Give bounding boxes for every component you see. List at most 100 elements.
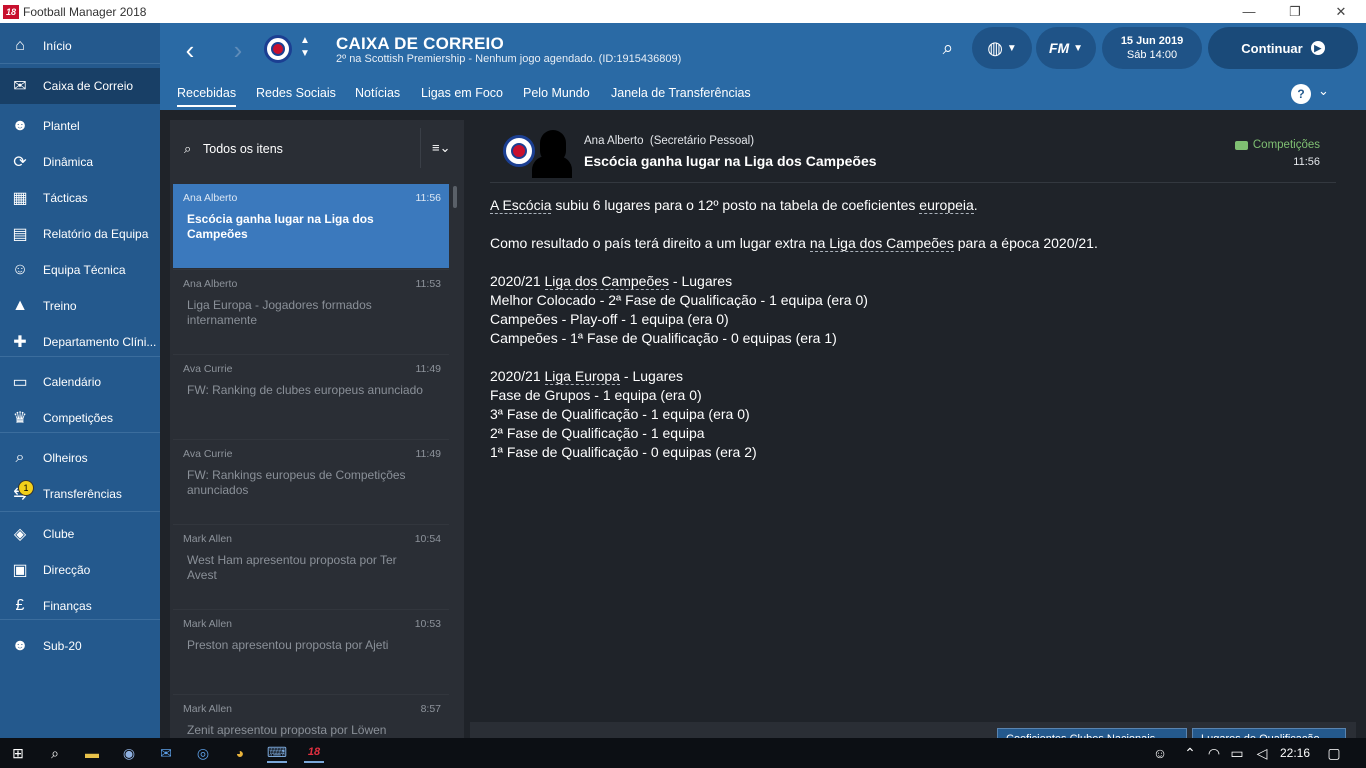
back-arrow-icon[interactable]: ‹ <box>178 35 202 65</box>
notifications-icon[interactable]: ▢ <box>1324 743 1344 763</box>
chevron-up-icon[interactable]: ⌃ <box>1180 743 1200 763</box>
message-list-item[interactable]: Mark Allen 10:53 Preston apresentou propos… <box>173 609 449 693</box>
chevron-down-icon: ▼ <box>1006 42 1017 54</box>
continue-arrow-icon: ▶ <box>1310 41 1325 55</box>
link-europa-league[interactable]: Liga Europa <box>544 368 621 385</box>
taskbar-clock[interactable]: 22:16 <box>1280 746 1310 760</box>
volume-icon[interactable]: ◁ <box>1252 743 1272 763</box>
windows-start-icon[interactable]: ⊞ <box>8 743 28 763</box>
chrome-icon[interactable]: ◕ <box>230 743 250 763</box>
search-icon[interactable]: ⌕ <box>45 743 65 763</box>
date-display[interactable]: 15 Jun 2019 Sáb 14:00 <box>1102 27 1202 69</box>
message-category-tag[interactable]: Competições <box>1234 139 1320 151</box>
window-title: Football Manager 2018 <box>23 4 147 19</box>
sidebar-item-1[interactable]: ⌂ Início <box>0 28 160 64</box>
wifi-icon[interactable]: ◠ <box>1204 743 1224 763</box>
sidebar-item-13[interactable]: ⇆ 1 Transferências <box>0 476 160 512</box>
current-date: 15 Jun 2019 <box>1120 35 1184 47</box>
link-champions-league[interactable]: na Liga dos Campeões <box>809 235 954 252</box>
message-list-item[interactable]: Mark Allen 10:54 West Ham apresentou propo… <box>173 524 449 608</box>
dynamics-icon: ⟳ <box>13 154 27 171</box>
fm-taskbar-icon[interactable]: 18 <box>304 743 324 763</box>
close-button[interactable]: ✕ <box>1318 0 1364 23</box>
sidebar-item-17[interactable]: ☻ Sub-20 <box>0 628 160 664</box>
sidebar-item-15[interactable]: ▣ Direcção <box>0 552 160 588</box>
chevron-down-icon[interactable]: ⌄ <box>1318 83 1329 99</box>
tab-4[interactable]: Ligas em Foco <box>421 86 503 105</box>
body-line: Campeões - 1ª Fase de Qualificação - 0 e… <box>490 330 837 346</box>
tab-3[interactable]: Notícias <box>355 86 400 105</box>
link-european[interactable]: europeia <box>919 197 974 214</box>
message-sender: Mark Allen <box>183 533 233 545</box>
message-list-item[interactable]: Ana Alberto 11:56 Escócia ganha lugar na L… <box>173 184 449 268</box>
message-subject: Liga Europa - Jogadores formados interna… <box>187 298 372 327</box>
sidebar-item-8[interactable]: ▲ Treino <box>0 288 160 324</box>
scrollbar-thumb[interactable] <box>453 186 457 208</box>
world-menu-button[interactable]: ◍ ▼ <box>972 27 1032 69</box>
help-icon[interactable]: ? <box>1291 84 1311 104</box>
divider <box>0 432 160 433</box>
sidebar-item-11[interactable]: ♛ Competições <box>0 400 160 436</box>
link-scotland[interactable]: A Escócia <box>490 197 552 214</box>
list-options-icon[interactable]: ≡⌄ <box>432 140 450 156</box>
app-icon[interactable]: ◉ <box>119 743 139 763</box>
sidebar-item-4[interactable]: ⟳ Dinâmica <box>0 144 160 180</box>
filter-dropdown-label[interactable]: Todos os itens <box>203 142 283 156</box>
sidebar-item-label: Treino <box>43 299 77 313</box>
tab-2[interactable]: Redes Sociais <box>256 86 336 105</box>
restore-button[interactable]: ❐ <box>1272 0 1318 23</box>
message-sender: Mark Allen <box>183 618 233 630</box>
tab-1[interactable]: Recebidas <box>177 86 237 107</box>
mail-icon[interactable]: ✉ <box>156 743 176 763</box>
folder-icon[interactable]: ▬ <box>82 743 102 763</box>
sidebar-item-7[interactable]: ☺ Equipa Técnica <box>0 252 160 288</box>
search-icon[interactable]: ⌕ <box>936 37 960 61</box>
tab-5[interactable]: Pelo Mundo <box>523 86 590 105</box>
app-icon[interactable]: ◎ <box>193 743 213 763</box>
sender-avatar[interactable] <box>532 130 572 178</box>
forward-arrow-icon[interactable]: › <box>226 35 250 65</box>
message-subject: FW: Ranking de clubes europeus anunciado <box>187 383 423 397</box>
club-icon: ◈ <box>13 526 27 543</box>
sidebar-item-10[interactable]: ▭ Calendário <box>0 364 160 400</box>
notification-badge: 1 <box>18 480 34 496</box>
message-sender[interactable]: Ana Alberto (Secretário Pessoal) <box>584 135 754 147</box>
staff-icon: ☺ <box>11 261 29 278</box>
sidebar-item-6[interactable]: ▤ Relatório da Equipa <box>0 216 160 252</box>
message-list-scrollbar[interactable] <box>452 184 458 738</box>
battery-icon[interactable]: ▭ <box>1227 743 1247 763</box>
body-line: Melhor Colocado - 2ª Fase de Qualificaçã… <box>490 292 868 308</box>
club-crest-icon[interactable] <box>264 35 292 63</box>
sidebar-item-14[interactable]: ◈ Clube <box>0 516 160 552</box>
club-switch-icon[interactable]: ▲ ▼ <box>298 34 312 64</box>
message-list-item[interactable]: Ava Currie 11:49 FW: Ranking de clubes eur… <box>173 354 449 438</box>
message-list-item[interactable]: Mark Allen 8:57 Zenit apresentou proposta … <box>173 694 449 738</box>
sidebar-item-label: Finanças <box>43 599 92 613</box>
keyboard-icon[interactable]: ⌨ <box>267 743 287 763</box>
link-champions-league[interactable]: Liga dos Campeões <box>544 273 670 290</box>
minimize-button[interactable]: — <box>1226 0 1272 23</box>
header: ‹ › ▲ ▼ CAIXA DE CORREIO 2º na Scottish P… <box>160 23 1366 110</box>
fm-label: FM <box>1048 40 1070 56</box>
search-icon[interactable]: ⌕ <box>184 141 198 156</box>
continue-button[interactable]: Continuar ▶ <box>1208 27 1358 69</box>
sidebar-item-3[interactable]: ☻ Plantel <box>0 108 160 144</box>
message-list-item[interactable]: Ana Alberto 11:53 Liga Europa - Jogadores … <box>173 269 449 353</box>
message-subject: Escócia ganha lugar na Liga dos Campeões <box>187 212 374 241</box>
sidebar-item-5[interactable]: ▦ Tácticas <box>0 180 160 216</box>
app-window: 18 Football Manager 2018 — ❐ ✕ ⌂ Início ✉ C… <box>0 0 1366 768</box>
fm-menu-button[interactable]: FM ▼ <box>1036 27 1096 69</box>
tab-6[interactable]: Janela de Transferências <box>611 86 751 105</box>
page-subtitle: 2º na Scottish Premiership - Nenhum jogo… <box>336 53 682 65</box>
sidebar-item-2[interactable]: ✉ Caixa de Correio <box>0 68 160 104</box>
message-list-item[interactable]: Ava Currie 11:49 FW: Rankings europeus de … <box>173 439 449 523</box>
message-time: 10:53 <box>414 618 441 630</box>
people-icon[interactable]: ☺ <box>1150 743 1170 763</box>
sidebar-item-label: Transferências <box>43 487 122 501</box>
body-paragraph: Como resultado o país terá direito a um … <box>490 235 1098 252</box>
sidebar-item-label: Sub-20 <box>43 639 82 653</box>
sidebar-item-9[interactable]: ✚ Departamento Clíni... <box>0 324 160 360</box>
message-sender: Ana Alberto <box>183 278 238 290</box>
u20-icon: ☻ <box>11 637 29 654</box>
sidebar-item-12[interactable]: ⌕ Olheiros <box>0 440 160 476</box>
